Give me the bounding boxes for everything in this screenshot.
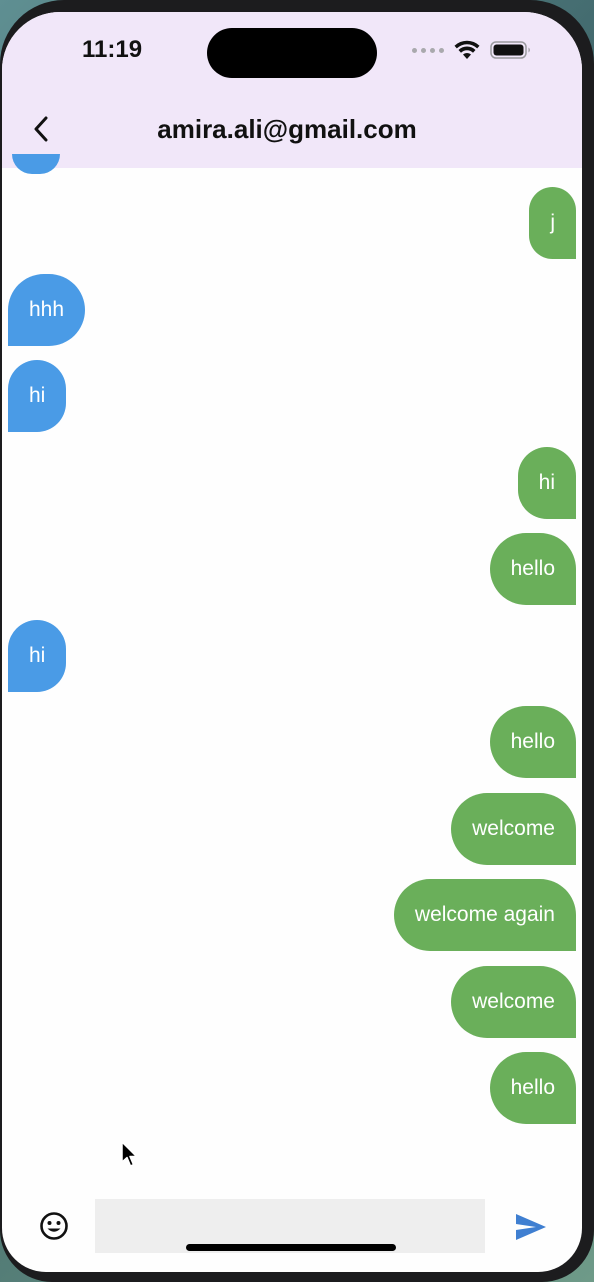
message-bubble-incoming-partial — [12, 154, 60, 174]
message-bubble-outgoing: hello — [489, 533, 576, 605]
message-bubble-outgoing: hello — [489, 706, 576, 778]
battery-icon — [490, 41, 530, 59]
wifi-icon — [454, 40, 480, 59]
cellular-dots-icon — [412, 47, 444, 53]
app-header: 11:19 amira.ali@gmail.com — [2, 12, 582, 168]
send-arrow-icon[interactable] — [514, 1212, 548, 1242]
status-icons — [412, 40, 532, 60]
message-bubble-incoming: hi — [8, 620, 67, 692]
message-composer — [2, 1190, 582, 1270]
message-bubble-outgoing: hello — [489, 1052, 576, 1124]
message-bubble-incoming: hi — [8, 360, 67, 432]
dynamic-island — [207, 28, 377, 78]
phone-frame: 11:19 amira.ali@gmail.com j hhh hi hi he… — [0, 0, 594, 1282]
status-time: 11:19 — [82, 36, 143, 63]
screen: 11:19 amira.ali@gmail.com j hhh hi hi he… — [2, 12, 582, 1272]
smiley-icon[interactable] — [38, 1210, 70, 1242]
home-indicator[interactable] — [186, 1244, 396, 1251]
message-bubble-outgoing: welcome — [451, 793, 576, 865]
message-bubble-outgoing: welcome — [451, 966, 576, 1038]
mouse-pointer-icon — [121, 1141, 138, 1167]
page-title: amira.ali@gmail.com — [157, 114, 417, 144]
message-list[interactable]: j hhh hi hi hello hi hello welcome welco… — [2, 154, 582, 1178]
message-bubble-outgoing: j — [529, 187, 576, 259]
message-bubble-outgoing: welcome again — [393, 879, 576, 951]
message-bubble-outgoing: hi — [517, 447, 576, 519]
message-bubble-incoming: hhh — [8, 274, 86, 346]
